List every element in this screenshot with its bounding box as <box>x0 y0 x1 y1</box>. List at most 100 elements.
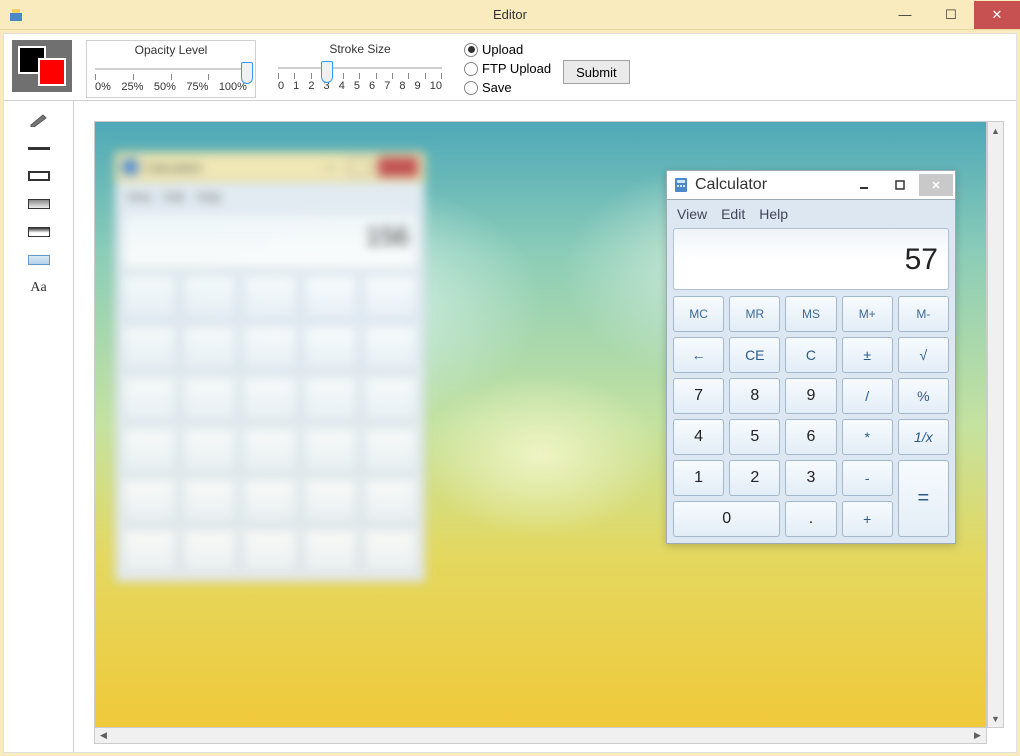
rect-blue-tool[interactable] <box>23 251 55 269</box>
stroke-slider-group: Stroke Size 012345678910 <box>270 40 450 96</box>
vertical-scroll-track[interactable] <box>988 139 1003 710</box>
rect-gradient-tool[interactable] <box>23 195 55 213</box>
calculator-menubar: View Edit Help <box>673 206 949 228</box>
calc-0-button[interactable]: 0 <box>673 501 780 537</box>
blurred-calculator-display: 156 <box>122 212 418 268</box>
canvas-area: Calculator — ViewEditHelp 156 <box>74 100 1016 752</box>
text-tool[interactable]: Aa <box>23 279 55 297</box>
pencil-tool[interactable] <box>23 111 55 129</box>
maximize-icon <box>895 180 905 190</box>
opacity-slider[interactable] <box>95 57 247 81</box>
rect-outline-tool[interactable] <box>23 167 55 185</box>
color-swatch[interactable] <box>12 40 72 92</box>
calculator-display: 57 <box>673 228 949 290</box>
calculator-title: Calculator <box>695 176 767 194</box>
calc-6-button[interactable]: 6 <box>785 419 836 455</box>
radio-save[interactable]: Save <box>464 80 551 95</box>
opacity-tick-labels: 0%25%50%75%100% <box>95 81 247 93</box>
calculator-titlebar[interactable]: Calculator <box>666 170 956 200</box>
calc-2-button[interactable]: 2 <box>729 460 780 496</box>
stroke-label: Stroke Size <box>278 42 442 56</box>
stroke-slider-thumb[interactable] <box>321 61 333 83</box>
calculator-menu-help[interactable]: Help <box>759 206 788 222</box>
radio-icon <box>464 62 478 76</box>
calc-mr-button[interactable]: MR <box>729 296 780 332</box>
horizontal-scroll-track[interactable] <box>112 728 969 743</box>
upload-radio-group: Upload FTP Upload Save <box>464 40 551 95</box>
calc-sqrt-button[interactable]: √ <box>898 337 949 373</box>
foreground-color-swatch[interactable] <box>38 58 66 86</box>
vertical-scrollbar[interactable]: ▲ ▼ <box>987 121 1004 728</box>
titlebar: Editor — ☐ ✕ <box>0 0 1020 30</box>
calc-9-button[interactable]: 9 <box>785 378 836 414</box>
calculator-menu-view[interactable]: View <box>677 206 707 222</box>
rect-gradient-icon <box>28 199 50 209</box>
canvas[interactable]: Calculator — ViewEditHelp 156 <box>94 121 987 728</box>
opacity-label: Opacity Level <box>95 43 247 57</box>
stroke-slider[interactable] <box>278 56 442 80</box>
calc-reciprocal-button[interactable]: 1/x <box>898 419 949 455</box>
stroke-tick-labels: 012345678910 <box>278 80 442 92</box>
scroll-right-button[interactable]: ▶ <box>969 728 986 743</box>
top-toolbar: Opacity Level 0%25%50%75%100% Stroke Siz… <box>4 34 1016 100</box>
scroll-up-button[interactable]: ▲ <box>988 122 1003 139</box>
scroll-down-button[interactable]: ▼ <box>988 710 1003 727</box>
calc-backspace-button[interactable]: ← <box>673 337 724 373</box>
opacity-slider-group: Opacity Level 0%25%50%75%100% <box>86 40 256 98</box>
text-icon: Aa <box>30 280 46 296</box>
calculator-window: Calculator View Edit Help <box>666 170 956 544</box>
calc-equals-button[interactable]: = <box>898 460 949 537</box>
calculator-icon <box>122 159 138 175</box>
rect-dark-gradient-tool[interactable] <box>23 223 55 241</box>
maximize-button[interactable]: ☐ <box>928 1 974 29</box>
radio-icon <box>464 81 478 95</box>
radio-icon <box>464 43 478 57</box>
app-icon <box>8 7 24 23</box>
horizontal-scrollbar[interactable]: ◀ ▶ <box>94 727 987 744</box>
calc-1-button[interactable]: 1 <box>673 460 724 496</box>
calc-percent-button[interactable]: % <box>898 378 949 414</box>
radio-upload[interactable]: Upload <box>464 42 551 57</box>
calc-ce-button[interactable]: CE <box>729 337 780 373</box>
minimize-icon <box>859 180 869 190</box>
calc-4-button[interactable]: 4 <box>673 419 724 455</box>
app-content: Opacity Level 0%25%50%75%100% Stroke Siz… <box>3 33 1017 753</box>
calc-8-button[interactable]: 8 <box>729 378 780 414</box>
calculator-menu-edit[interactable]: Edit <box>721 206 745 222</box>
calculator-icon <box>673 177 689 193</box>
calc-plusminus-button[interactable]: ± <box>842 337 893 373</box>
calc-multiply-button[interactable]: * <box>842 419 893 455</box>
line-tool[interactable] <box>23 139 55 157</box>
rect-outline-icon <box>28 171 50 181</box>
calc-add-button[interactable]: + <box>842 501 893 537</box>
calculator-minimize-button[interactable] <box>847 174 881 196</box>
calc-mc-button[interactable]: MC <box>673 296 724 332</box>
lower-panel: Aa Calculator — <box>4 100 1016 752</box>
close-button[interactable]: ✕ <box>974 1 1020 29</box>
calc-decimal-button[interactable]: . <box>785 501 836 537</box>
calc-subtract-button[interactable]: - <box>842 460 893 496</box>
radio-ftp-upload[interactable]: FTP Upload <box>464 61 551 76</box>
calc-5-button[interactable]: 5 <box>729 419 780 455</box>
calc-3-button[interactable]: 3 <box>785 460 836 496</box>
calculator-maximize-button[interactable] <box>883 174 917 196</box>
rect-dark-gradient-icon <box>28 227 50 237</box>
calc-c-button[interactable]: C <box>785 337 836 373</box>
scroll-left-button[interactable]: ◀ <box>95 728 112 743</box>
submit-button[interactable]: Submit <box>563 60 629 84</box>
opacity-slider-thumb[interactable] <box>241 62 253 84</box>
pencil-icon <box>29 113 49 127</box>
calc-ms-button[interactable]: MS <box>785 296 836 332</box>
calc-divide-button[interactable]: / <box>842 378 893 414</box>
blurred-calculator-window: Calculator — ViewEditHelp 156 <box>115 152 425 582</box>
window-title: Editor <box>493 7 527 22</box>
tool-strip: Aa <box>4 100 74 752</box>
calc-mminus-button[interactable]: M- <box>898 296 949 332</box>
calculator-close-button[interactable] <box>919 174 953 196</box>
calculator-keypad: MC MR MS M+ M- ← CE C ± √ 7 <box>673 296 949 537</box>
rect-blue-icon <box>28 255 50 265</box>
calc-mplus-button[interactable]: M+ <box>842 296 893 332</box>
line-icon <box>28 147 50 150</box>
calc-7-button[interactable]: 7 <box>673 378 724 414</box>
minimize-button[interactable]: — <box>882 1 928 29</box>
